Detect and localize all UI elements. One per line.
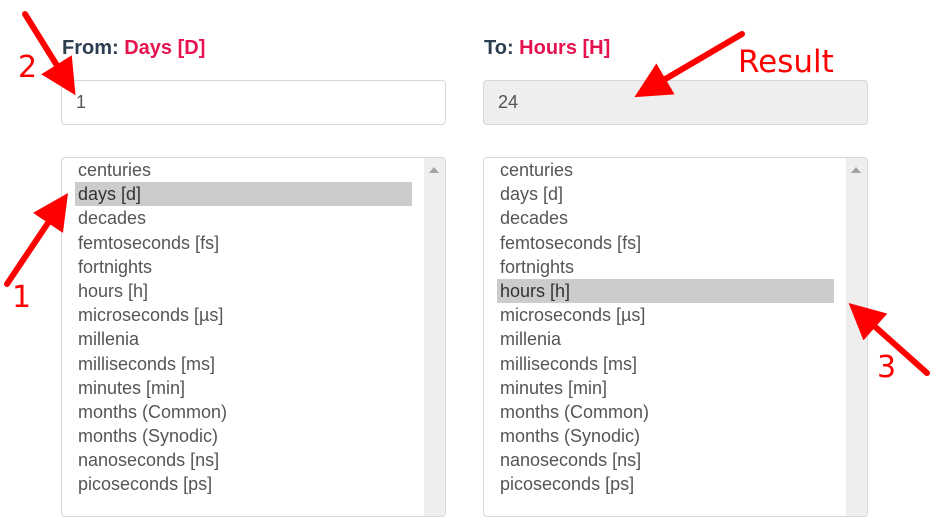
result-value-field[interactable] bbox=[483, 80, 868, 125]
from-unit-option[interactable]: microseconds [µs] bbox=[75, 303, 412, 327]
from-unit-listbox[interactable]: centuries days [d] decades femtoseconds [fs… bbox=[61, 157, 446, 517]
scroll-up-arrow-icon[interactable] bbox=[851, 167, 861, 173]
to-unit-listbox[interactable]: centuries days [d] decades femtoseconds [fs… bbox=[483, 157, 868, 517]
from-unit-option[interactable]: fortnights bbox=[75, 255, 412, 279]
to-unit-option[interactable]: millenia bbox=[497, 327, 834, 351]
to-unit-option[interactable]: days [d] bbox=[497, 182, 834, 206]
annotation-step-1: 1 bbox=[12, 280, 32, 315]
from-value-input[interactable] bbox=[61, 80, 446, 125]
arrow-step1-icon bbox=[4, 193, 69, 287]
from-unit-label: Days [D] bbox=[124, 37, 206, 59]
to-list-scrollbar[interactable] bbox=[846, 158, 867, 516]
from-unit-option[interactable]: femtoseconds [fs] bbox=[75, 231, 412, 255]
to-unit-option[interactable]: fortnights bbox=[497, 255, 834, 279]
from-unit-option[interactable]: days [d] bbox=[75, 182, 412, 207]
to-label: To: Hours [H] bbox=[484, 37, 610, 60]
scroll-up-arrow-icon[interactable] bbox=[429, 167, 439, 173]
from-unit-option[interactable]: months (Common) bbox=[75, 400, 412, 424]
from-list-scrollbar[interactable] bbox=[424, 158, 445, 516]
to-unit-option[interactable]: decades bbox=[497, 206, 834, 230]
to-label-prefix: To: bbox=[484, 37, 514, 59]
to-unit-option[interactable]: months (Common) bbox=[497, 400, 834, 424]
from-unit-option[interactable]: millenia bbox=[75, 327, 412, 351]
to-unit-label: Hours [H] bbox=[519, 37, 611, 59]
annotation-result: Result bbox=[738, 44, 834, 80]
to-unit-option[interactable]: months (Synodic) bbox=[497, 424, 834, 448]
from-unit-options: centuries days [d] decades femtoseconds [fs… bbox=[62, 158, 412, 497]
from-unit-option[interactable]: picoseconds [ps] bbox=[75, 472, 412, 496]
from-label: From: Days [D] bbox=[62, 37, 205, 60]
from-unit-option[interactable]: milliseconds [ms] bbox=[75, 352, 412, 376]
to-unit-option[interactable]: hours [h] bbox=[497, 278, 834, 304]
annotation-step-3: 3 bbox=[877, 350, 897, 385]
from-unit-option[interactable]: decades bbox=[75, 206, 412, 230]
from-unit-option[interactable]: nanoseconds [ns] bbox=[75, 448, 412, 472]
to-unit-option[interactable]: nanoseconds [ns] bbox=[497, 448, 834, 472]
to-unit-option[interactable]: centuries bbox=[497, 158, 834, 182]
to-unit-option[interactable]: picoseconds [ps] bbox=[497, 472, 834, 496]
to-unit-option[interactable]: milliseconds [ms] bbox=[497, 352, 834, 376]
to-unit-option[interactable]: microseconds [µs] bbox=[497, 303, 834, 327]
to-unit-option[interactable]: minutes [min] bbox=[497, 376, 834, 400]
from-label-prefix: From: bbox=[62, 37, 119, 59]
from-unit-option[interactable]: hours [h] bbox=[75, 279, 412, 303]
from-unit-option[interactable]: months (Synodic) bbox=[75, 424, 412, 448]
to-unit-options: centuries days [d] decades femtoseconds [fs… bbox=[484, 158, 834, 497]
from-unit-option[interactable]: centuries bbox=[75, 158, 412, 182]
from-unit-option[interactable]: minutes [min] bbox=[75, 376, 412, 400]
annotation-step-2: 2 bbox=[18, 50, 38, 85]
to-unit-option[interactable]: femtoseconds [fs] bbox=[497, 231, 834, 255]
